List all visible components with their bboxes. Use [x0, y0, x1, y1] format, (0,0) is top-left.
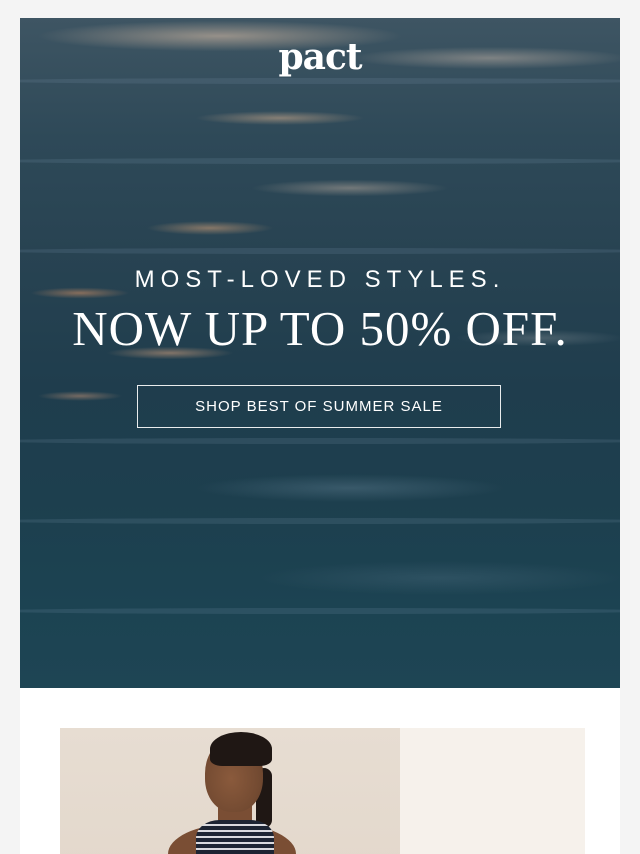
- water-ripple: [20, 248, 620, 254]
- water-ripple: [20, 158, 620, 164]
- hero-eyebrow: MOST-LOVED STYLES.: [134, 266, 506, 293]
- brand-logo[interactable]: pact: [20, 36, 620, 78]
- product-photo[interactable]: [60, 728, 400, 854]
- hero-headline: NOW UP TO 50% OFF.: [72, 301, 568, 356]
- water-ripple: [20, 518, 620, 524]
- shop-sale-button[interactable]: SHOP BEST OF SUMMER SALE: [137, 385, 501, 428]
- water-ripple: [20, 78, 620, 84]
- striped-tank-top: [196, 820, 274, 854]
- model-hair: [210, 732, 272, 766]
- product-side-panel: [400, 728, 585, 854]
- water-ripple: [20, 608, 620, 614]
- product-feature[interactable]: [60, 728, 585, 854]
- email-body: pact MOST-LOVED STYLES. NOW UP TO 50% OF…: [20, 18, 620, 854]
- hero-banner[interactable]: pact MOST-LOVED STYLES. NOW UP TO 50% OF…: [20, 18, 620, 688]
- water-ripple: [20, 438, 620, 444]
